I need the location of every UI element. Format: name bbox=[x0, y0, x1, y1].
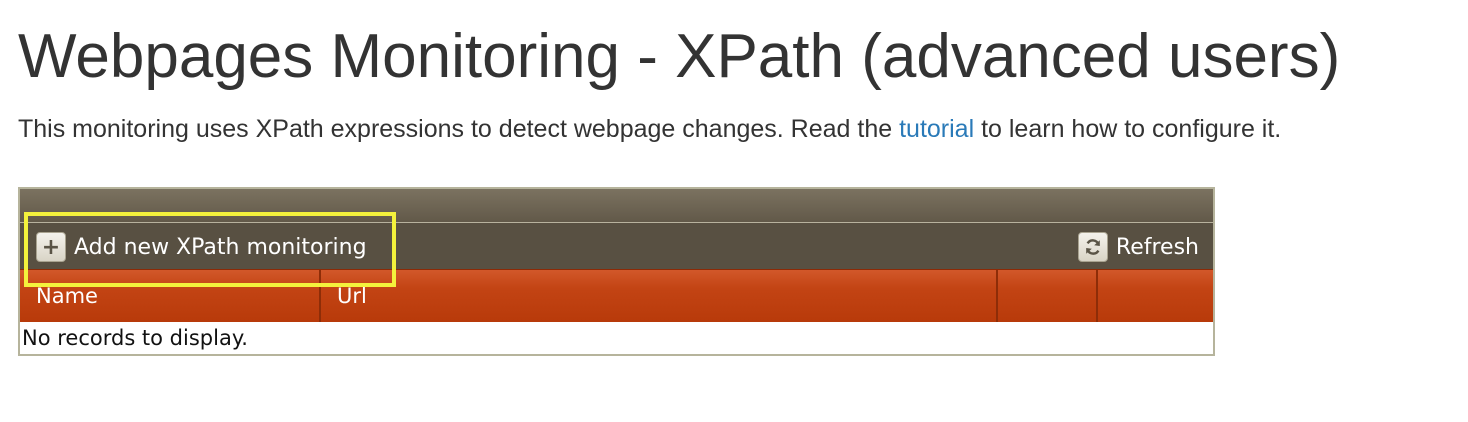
description-text-after: to learn how to configure it. bbox=[974, 115, 1282, 143]
column-header-blank-1 bbox=[998, 270, 1098, 322]
grid-toolbar: + Add new XPath monitoring Refresh bbox=[20, 223, 1213, 269]
no-records-message: No records to display. bbox=[20, 322, 1213, 354]
refresh-button[interactable]: Refresh bbox=[1077, 230, 1199, 264]
monitoring-grid: + Add new XPath monitoring Refresh Name … bbox=[18, 187, 1215, 356]
add-button-label: Add new XPath monitoring bbox=[74, 234, 367, 260]
tutorial-link[interactable]: tutorial bbox=[899, 115, 974, 143]
refresh-icon bbox=[1077, 232, 1108, 262]
column-header-blank-2 bbox=[1098, 270, 1213, 322]
grid-top-bar bbox=[20, 189, 1213, 223]
description-text-before: This monitoring uses XPath expressions t… bbox=[18, 115, 900, 143]
column-header-name[interactable]: Name bbox=[20, 270, 321, 322]
page-description: This monitoring uses XPath expressions t… bbox=[18, 112, 1281, 146]
page-title: Webpages Monitoring - XPath (advanced us… bbox=[18, 22, 1341, 91]
refresh-button-label: Refresh bbox=[1115, 234, 1199, 260]
add-xpath-monitoring-button[interactable]: + Add new XPath monitoring bbox=[36, 230, 367, 264]
plus-icon: + bbox=[36, 232, 66, 262]
column-header-url[interactable]: Url bbox=[321, 270, 998, 322]
grid-header: Name Url bbox=[20, 269, 1213, 322]
